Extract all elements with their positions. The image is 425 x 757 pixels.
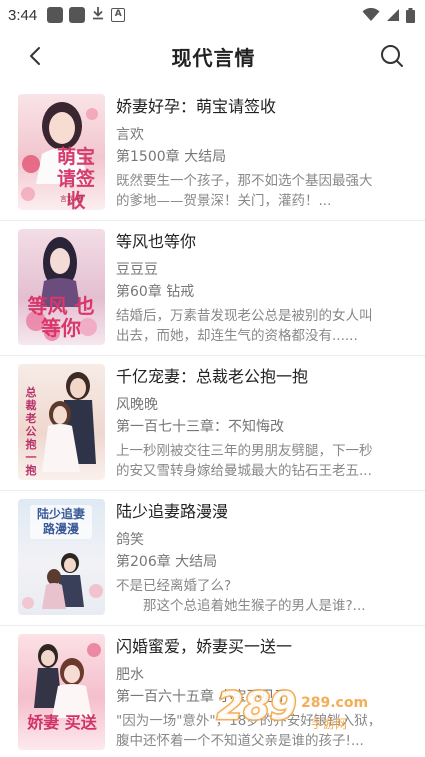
book-latest-chapter: 第60章 钻戒	[116, 284, 195, 300]
system-icons	[362, 7, 415, 23]
book-cover[interactable]: 萌宝 请签收 言欢 著	[18, 94, 105, 210]
book-description: 既然要生一个孩子，那不如选个基因最强大 的爹地——贺景深！关门，灌药！...	[116, 171, 385, 211]
book-description: 不是已经离婚了么? 那这个总追着她生猴子的男人是谁?...	[116, 576, 385, 616]
book-description-line: 不是已经离婚了么?	[116, 578, 232, 594]
book-info: 千亿宠妻：总裁老公抱一抱 风晚晚 第一百七十三章：不知悔改 上一秒刚被交往三年的…	[116, 362, 385, 481]
book-description: "因为一场"意外"，18岁的乔安好锒铛入狱， 腹中还怀着一个不知道父亲是谁的孩子…	[116, 711, 385, 751]
book-author: 鸽笑	[116, 532, 144, 548]
book-description-line: 出去，而她，却连生气的资格都没有......	[116, 328, 358, 344]
book-latest-chapter: 第206章 大结局	[116, 554, 218, 570]
book-author: 豆豆豆	[116, 262, 158, 278]
book-cover[interactable]: 娇妻 买送	[18, 634, 105, 750]
book-list-item[interactable]: 娇妻 买送 闪婚蜜爱，娇妻买一送一 肥水 第一百六十五章 小宝不见了 "因为一场…	[0, 626, 425, 757]
book-info: 娇妻好孕：萌宝请签收 言欢 第1500章 大结局 既然要生一个孩子，那不如选个基…	[116, 92, 385, 211]
cover-title: 陆少追妻 路漫漫	[30, 505, 92, 539]
book-description-line: 结婚后，万素昔发现老公总是被别的女人叫	[116, 308, 373, 324]
book-info: 等风也等你 豆豆豆 第60章 钻戒 结婚后，万素昔发现老公总是被别的女人叫 出去…	[116, 227, 385, 346]
page-title: 现代言情	[171, 45, 256, 70]
book-list-item[interactable]: 陆少追妻 路漫漫 陆少追妻路漫漫 鸽笑 第206章 大结局 不是已经离婚了么? …	[0, 491, 425, 626]
book-cover[interactable]: 等风 也等你	[18, 229, 105, 345]
book-author: 肥水	[116, 667, 144, 683]
text-app-icon: A	[111, 8, 126, 22]
book-info: 陆少追妻路漫漫 鸽笑 第206章 大结局 不是已经离婚了么? 那这个总追着她生猴…	[116, 497, 385, 616]
status-bar: 3:44 A	[0, 0, 425, 30]
notification-icons: A	[47, 6, 126, 24]
search-icon	[381, 45, 403, 67]
book-description: 上一秒刚被交往三年的男朋友劈腿，下一秒 的安又雪转身嫁给曼城最大的钻石王老五..…	[116, 441, 385, 481]
cover-author: 言欢 著	[60, 195, 84, 203]
download-icon	[91, 6, 105, 24]
cover-title: 娇妻 买送	[26, 714, 98, 732]
book-latest-chapter: 第一百六十五章 小宝不见了	[116, 689, 289, 705]
status-time: 3:44	[8, 6, 38, 24]
book-description: 结婚后，万素昔发现老公总是被别的女人叫 出去，而她，却连生气的资格都没有....…	[116, 306, 385, 346]
app-notification-icon	[47, 7, 64, 23]
wifi-icon	[362, 8, 380, 21]
cover-title: 等风 也等你	[26, 295, 96, 339]
app-notification-icon	[69, 7, 86, 23]
back-button[interactable]	[20, 41, 50, 71]
book-list: 萌宝 请签收 言欢 著 娇妻好孕：萌宝请签收 言欢 第1500章 大结局 既然要…	[0, 86, 425, 757]
back-arrow-icon	[30, 47, 40, 65]
book-list-item[interactable]: 萌宝 请签收 言欢 著 娇妻好孕：萌宝请签收 言欢 第1500章 大结局 既然要…	[0, 86, 425, 221]
cover-title: 总裁老公抱一抱	[24, 386, 38, 477]
book-title: 陆少追妻路漫漫	[116, 502, 229, 521]
cover-title-text: 总裁老公抱一抱	[25, 386, 37, 477]
book-description-line: 既然要生一个孩子，那不如选个基因最强大	[116, 173, 373, 189]
app-bar: 现代言情	[0, 30, 425, 82]
book-cover[interactable]: 陆少追妻 路漫漫	[18, 499, 105, 615]
book-description-line: "因为一场"意外"，18岁的乔安好锒铛入狱，	[116, 713, 382, 729]
book-description-line: 上一秒刚被交往三年的男朋友劈腿，下一秒	[116, 443, 373, 459]
book-list-item[interactable]: 等风 也等你 等风也等你 豆豆豆 第60章 钻戒 结婚后，万素昔发现老公总是被别…	[0, 221, 425, 356]
book-description-line: 腹中还怀着一个不知道父亲是谁的孩子!...	[116, 733, 364, 749]
cover-title-text: 娇妻 买送	[27, 713, 97, 732]
book-info: 闪婚蜜爱，娇妻买一送一 肥水 第一百六十五章 小宝不见了 "因为一场"意外"，1…	[116, 632, 385, 751]
book-title: 等风也等你	[116, 232, 197, 251]
book-cover[interactable]: 总裁老公抱一抱	[18, 364, 105, 480]
battery-icon	[406, 7, 415, 23]
search-button[interactable]	[377, 41, 407, 71]
cover-illustration	[34, 643, 101, 718]
book-latest-chapter: 第1500章 大结局	[116, 149, 227, 165]
book-author: 言欢	[116, 127, 144, 143]
book-title: 闪婚蜜爱，娇妻买一送一	[116, 637, 293, 656]
cover-title-text: 等风 也等你	[27, 294, 95, 340]
book-description-line: 的爹地——贺景深！关门，灌药！...	[116, 193, 332, 209]
book-description-line: 那这个总追着她生猴子的男人是谁?...	[116, 598, 366, 614]
book-title: 千亿宠妻：总裁老公抱一抱	[116, 367, 309, 386]
cover-title-text: 陆少追妻 路漫漫	[36, 507, 85, 536]
book-latest-chapter: 第一百七十三章：不知悔改	[116, 419, 284, 435]
book-description-line: 的安又雪转身嫁给曼城最大的钻石王老五...	[116, 463, 372, 479]
book-list-item[interactable]: 总裁老公抱一抱 千亿宠妻：总裁老公抱一抱 风晚晚 第一百七十三章：不知悔改 上一…	[0, 356, 425, 491]
signal-icon	[387, 9, 399, 21]
book-title: 娇妻好孕：萌宝请签收	[116, 97, 277, 116]
book-author: 风晚晚	[116, 397, 158, 413]
